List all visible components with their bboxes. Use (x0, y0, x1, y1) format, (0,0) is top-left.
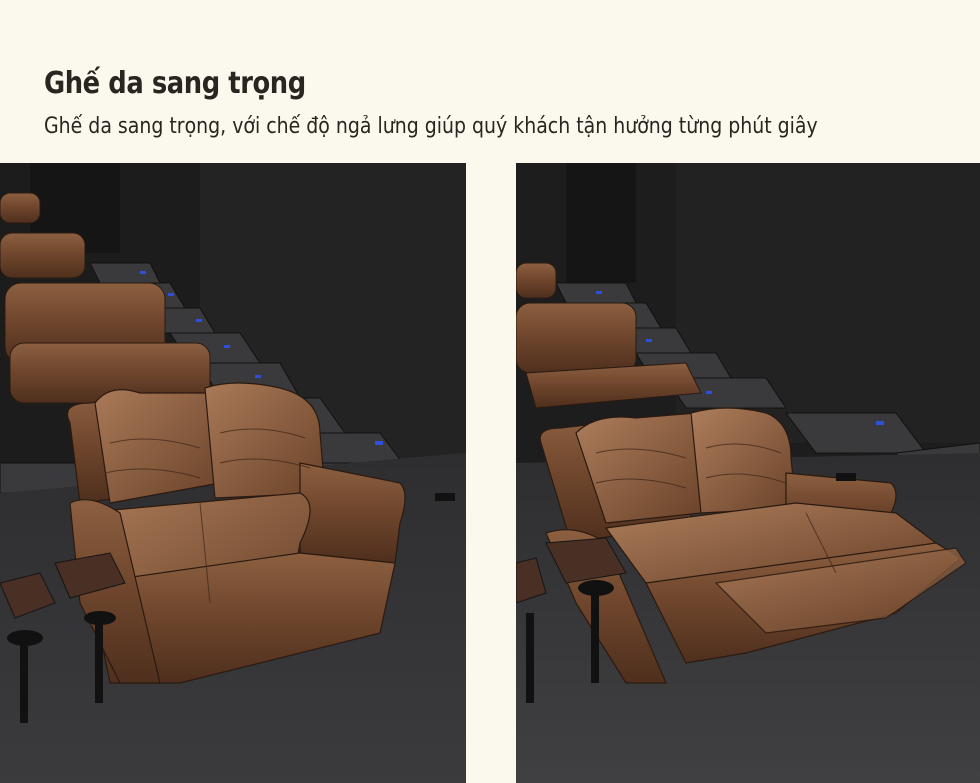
reclined-seat-illustration (516, 163, 980, 783)
upright-seat-illustration (0, 163, 466, 783)
photo-upright-seat (0, 163, 466, 783)
page-title: Ghế da sang trọng (44, 66, 306, 101)
page-subtitle: Ghế da sang trọng, với chế độ ngả lưng g… (44, 114, 818, 139)
photo-reclined-seat (516, 163, 980, 783)
